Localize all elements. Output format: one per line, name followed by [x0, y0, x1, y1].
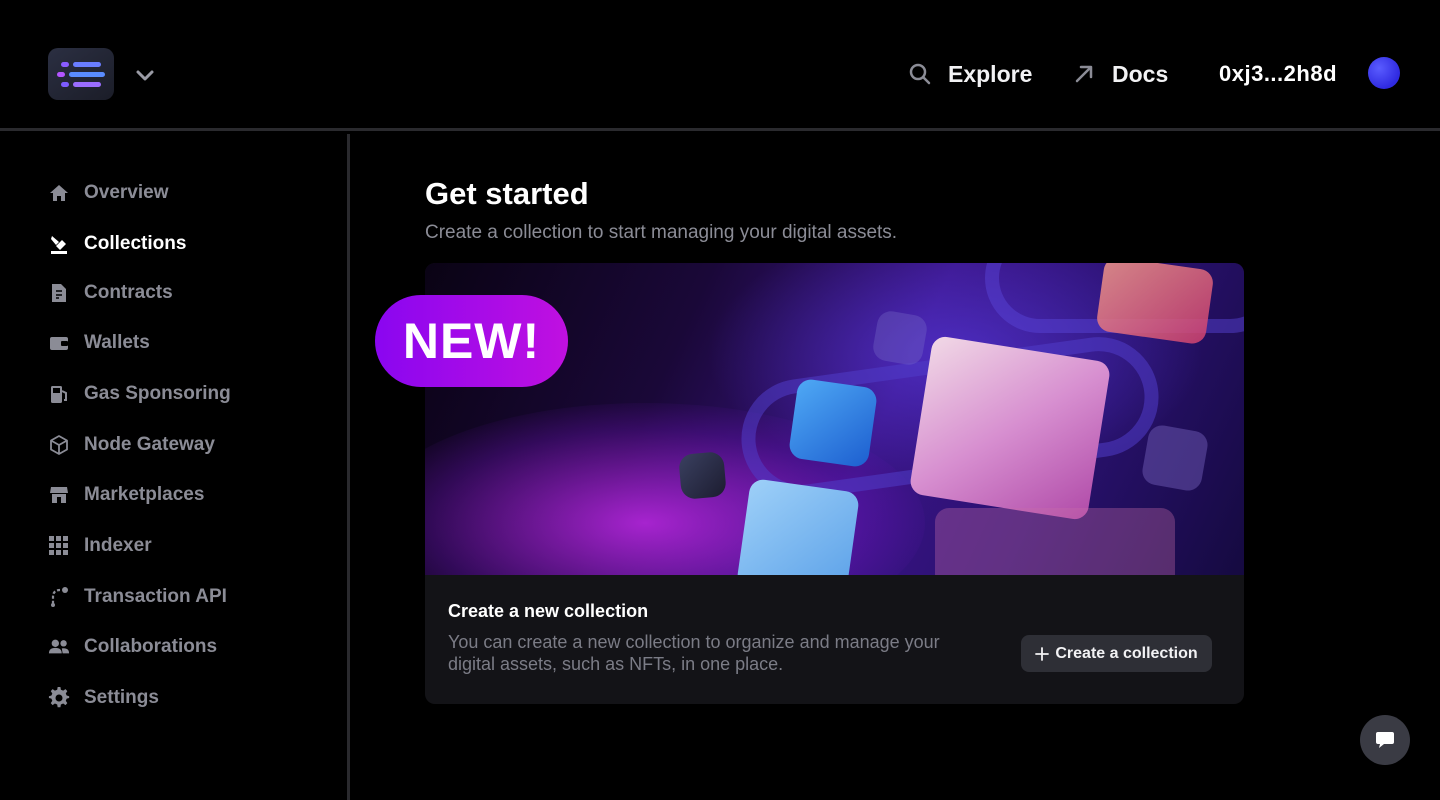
chat-support-button[interactable] — [1360, 715, 1410, 765]
create-collection-button[interactable]: Create a collection — [1021, 635, 1212, 672]
create-collection-label: Create a collection — [1055, 644, 1198, 662]
card-description: You can create a new collection to organ… — [448, 632, 940, 674]
sidebar-item-overview[interactable]: Overview — [48, 178, 169, 208]
sidebar-item-label: Node Gateway — [84, 434, 215, 455]
sidebar-item-marketplaces[interactable]: Marketplaces — [48, 480, 204, 510]
sidebar-item-wallets[interactable]: Wallets — [48, 328, 150, 358]
top-header: Explore Docs 0xj3...2h8d — [0, 0, 1440, 131]
sidebar-item-label: Overview — [84, 182, 169, 203]
docs-label: Docs — [1112, 60, 1169, 87]
page-subtitle: Create a collection to start managing yo… — [425, 222, 898, 243]
sidebar-item-settings[interactable]: Settings — [48, 683, 159, 713]
chevron-down-icon[interactable] — [134, 64, 156, 86]
gear-icon — [48, 687, 70, 709]
route-icon — [48, 586, 70, 608]
sidebar-item-label: Collaborations — [84, 636, 218, 657]
users-icon — [48, 636, 70, 658]
grid-icon — [48, 535, 70, 557]
sidebar-item-label: Marketplaces — [84, 484, 205, 505]
sidebar-item-node-gateway[interactable]: Node Gateway — [48, 430, 215, 460]
nft-thumbnail — [1140, 423, 1210, 493]
external-arrow-icon — [1075, 65, 1093, 83]
contract-icon — [48, 282, 70, 304]
sidebar-item-collaborations[interactable]: Collaborations — [48, 632, 217, 662]
sidebar-item-contracts[interactable]: Contracts — [48, 278, 173, 308]
wallet-address[interactable]: 0xj3...2h8d — [1219, 54, 1337, 94]
card-body: Create a new collection You can create a… — [425, 575, 1244, 704]
sidebar: Overview Collections Contracts Wallets G… — [0, 134, 350, 800]
sidebar-item-label: Collections — [84, 233, 187, 254]
avatar[interactable] — [1368, 57, 1400, 89]
sidebar-item-indexer[interactable]: Indexer — [48, 531, 152, 561]
card-title: Create a new collection — [448, 601, 649, 621]
nft-thumbnail — [787, 377, 879, 469]
gas-pump-icon — [48, 383, 70, 405]
nft-thumbnail — [908, 334, 1112, 522]
store-icon — [48, 484, 70, 506]
collections-icon — [48, 233, 70, 255]
nft-thumbnail — [678, 451, 727, 500]
sidebar-item-transaction-api[interactable]: Transaction API — [48, 582, 227, 612]
app-logo[interactable] — [48, 48, 114, 100]
nft-thumbnail — [735, 477, 861, 575]
explore-label: Explore — [948, 60, 1033, 87]
sidebar-item-label: Contracts — [84, 282, 173, 303]
cube-icon — [48, 434, 70, 456]
sidebar-item-label: Wallets — [84, 332, 150, 353]
search-icon — [909, 63, 931, 85]
wallet-icon — [48, 332, 70, 354]
sidebar-item-label: Indexer — [84, 535, 152, 556]
chat-bubble-icon — [1376, 732, 1394, 748]
sidebar-item-gas-sponsoring[interactable]: Gas Sponsoring — [48, 379, 231, 409]
sidebar-item-label: Transaction API — [84, 586, 227, 607]
sidebar-item-label: Gas Sponsoring — [84, 383, 231, 404]
explore-link[interactable]: Explore — [908, 54, 1032, 94]
sidebar-item-label: Settings — [84, 687, 159, 708]
sidebar-item-collections[interactable]: Collections — [48, 229, 186, 259]
new-badge: NEW! — [375, 295, 568, 387]
nft-thumbnail — [871, 309, 929, 367]
home-icon — [48, 182, 70, 204]
docs-link[interactable]: Docs — [1072, 54, 1168, 94]
plus-icon — [1035, 646, 1050, 661]
page-title: Get started — [425, 176, 589, 211]
